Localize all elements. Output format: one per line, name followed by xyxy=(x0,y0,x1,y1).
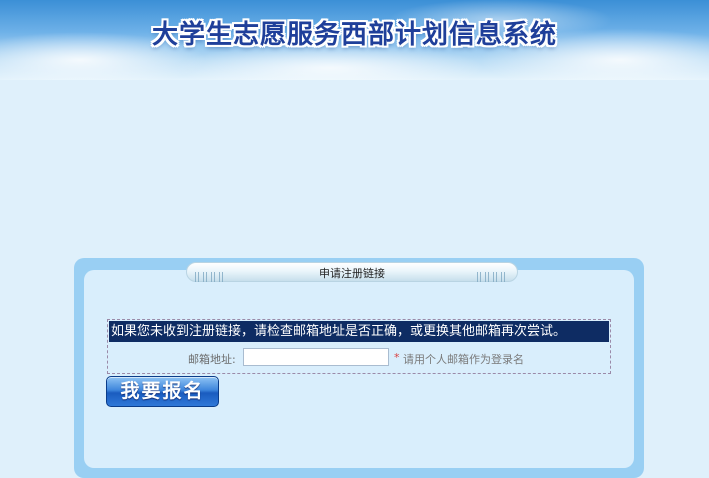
email-row: 邮箱地址: * 请用个人邮箱作为登录名 xyxy=(108,348,610,368)
email-hint: 请用个人邮箱作为登录名 xyxy=(403,353,524,366)
email-input[interactable] xyxy=(243,348,389,366)
panel-title-tab: 申请注册链接 xyxy=(186,262,518,282)
panel-title: 申请注册链接 xyxy=(319,267,385,280)
signup-button[interactable]: 我要报名 xyxy=(106,376,219,407)
system-title: 大学生志愿服务西部计划信息系统 xyxy=(151,20,557,50)
tab-decoration-icon xyxy=(477,267,509,282)
notice-message: 如果您未收到注册链接，请检查邮箱地址是否正确，或更换其他邮箱再次尝试。 xyxy=(109,321,609,342)
header-banner: 大学生志愿服务西部计划信息系统 xyxy=(0,0,709,80)
email-form: 如果您未收到注册链接，请检查邮箱地址是否正确，或更换其他邮箱再次尝试。 邮箱地址… xyxy=(107,319,611,374)
required-mark: * xyxy=(394,351,400,364)
email-label: 邮箱地址: xyxy=(188,353,236,366)
